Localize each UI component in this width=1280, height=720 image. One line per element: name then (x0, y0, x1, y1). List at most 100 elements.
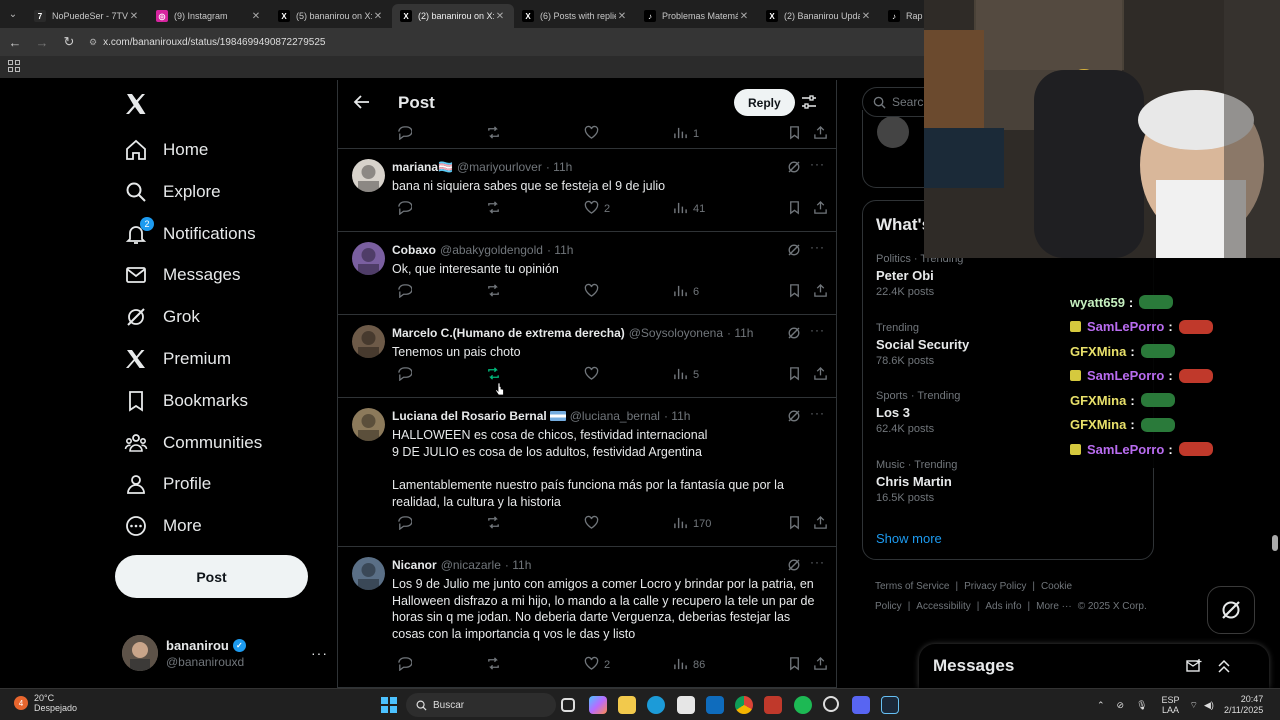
clock[interactable]: 20:47 2/11/2025 (1224, 694, 1263, 716)
windows-start-icon[interactable] (381, 697, 397, 713)
store-icon[interactable] (677, 696, 695, 714)
back-icon[interactable]: ← (3, 30, 27, 54)
repost-action[interactable] (481, 125, 501, 143)
reply-post[interactable]: Marcelo C.(Humano de extrema derecha) @So… (338, 315, 836, 398)
tab-close-icon[interactable]: ✕ (250, 11, 262, 22)
url-field[interactable]: ⚙ x.com/bananirouxd/status/1984699490872… (89, 37, 325, 48)
reply-action[interactable] (392, 515, 413, 533)
scrollbar-thumb[interactable] (1272, 535, 1278, 551)
like-action[interactable]: 2 (579, 656, 610, 674)
repost-action[interactable] (481, 200, 501, 218)
footer-link[interactable]: Accessibility (916, 601, 970, 612)
bookmark-action[interactable] (782, 200, 802, 218)
back-arrow-icon[interactable] (352, 92, 372, 112)
like-action[interactable] (579, 515, 599, 533)
post-more-icon[interactable]: ··· (810, 323, 825, 337)
grok-explain-icon[interactable] (787, 409, 801, 423)
reply-post[interactable]: mariana🏳️‍⚧️ @mariyourlover · 11h ··· bana n… (338, 149, 836, 232)
outlook-icon[interactable] (706, 696, 724, 714)
reply-action[interactable] (392, 200, 413, 218)
tab-search-chevron-icon[interactable]: ⌄ (0, 0, 26, 28)
copilot-icon[interactable] (589, 696, 607, 714)
account-switcher[interactable]: bananirou ✓ @bananirouxd ··· (122, 631, 334, 675)
browser-tab[interactable]: X (2) Bananirou Updat ✕ (758, 4, 880, 28)
browser-tab[interactable]: 7 NoPuedeSer - 7TV ✕ (26, 4, 148, 28)
post-time[interactable]: · 11h (505, 558, 531, 572)
author-handle[interactable]: @abakygoldengold (440, 243, 543, 257)
share-action[interactable] (808, 515, 828, 533)
bookmark-action[interactable] (782, 125, 802, 143)
browser-tab[interactable]: X (5) bananirou on X: "e✕ (270, 4, 392, 28)
share-action[interactable] (808, 656, 828, 674)
nav-item-more[interactable]: More (124, 505, 202, 547)
footer-link[interactable]: Privacy Policy (964, 581, 1026, 592)
avatar[interactable] (352, 159, 385, 192)
repost-action[interactable] (481, 656, 501, 674)
grok-explain-icon[interactable] (787, 243, 801, 257)
post-time[interactable]: · 11h (547, 243, 573, 257)
browser-tab[interactable]: ◎ (9) Instagram ✕ (148, 4, 270, 28)
tab-close-icon[interactable]: ✕ (738, 11, 750, 22)
nav-item-profile[interactable]: Profile (124, 463, 211, 505)
nav-item-notifications[interactable]: 2 Notifications (124, 213, 256, 255)
grok-fab-button[interactable] (1207, 586, 1255, 634)
post-more-icon[interactable]: ··· (810, 555, 825, 569)
like-action[interactable] (579, 366, 599, 384)
author-handle[interactable]: @nicazarle (441, 558, 501, 572)
bookmark-action[interactable] (782, 656, 802, 674)
reply-action[interactable] (392, 283, 413, 301)
file-explorer-icon[interactable] (618, 696, 636, 714)
author-name[interactable]: Luciana del Rosario Bernal (392, 409, 547, 423)
post-time[interactable]: · 11h (546, 160, 572, 174)
views-action[interactable]: 1 (668, 125, 699, 143)
microphone-icon[interactable]: 🎙 (1136, 700, 1147, 711)
account-more-icon[interactable]: ··· (311, 645, 328, 661)
bookmark-action[interactable] (782, 283, 802, 301)
reply-post[interactable]: Cobaxo @abakygoldengold · 11h ··· Ok, que in… (338, 232, 836, 315)
discord-icon[interactable] (852, 696, 870, 714)
x-logo-icon[interactable] (124, 92, 148, 116)
views-action[interactable]: 86 (668, 656, 705, 674)
footer-link[interactable]: © 2025 X Corp. (1078, 601, 1147, 612)
tab-close-icon[interactable]: ✕ (616, 11, 628, 22)
new-message-icon[interactable] (1186, 658, 1202, 674)
views-action[interactable]: 41 (668, 200, 705, 218)
expand-up-icon[interactable] (1216, 658, 1232, 674)
weather-widget[interactable]: 4 20°C Despejado (14, 693, 77, 713)
views-action[interactable]: 170 (668, 515, 711, 533)
avatar[interactable] (352, 325, 385, 358)
tab-close-icon[interactable]: ✕ (494, 11, 506, 22)
avatar[interactable] (352, 242, 385, 275)
sliders-icon[interactable] (801, 94, 817, 110)
reply-action[interactable] (392, 656, 413, 674)
share-action[interactable] (808, 283, 828, 301)
bookmark-action[interactable] (782, 515, 802, 533)
share-action[interactable] (808, 125, 828, 143)
post-more-icon[interactable]: ··· (810, 157, 825, 171)
tab-close-icon[interactable]: ✕ (860, 11, 872, 22)
grok-explain-icon[interactable] (787, 558, 801, 572)
avatar[interactable] (352, 408, 385, 441)
reply-action[interactable] (392, 366, 413, 384)
tab-close-icon[interactable]: ✕ (372, 11, 384, 22)
grok-explain-icon[interactable] (787, 326, 801, 340)
nav-item-grok[interactable]: Grok (124, 296, 200, 338)
nav-item-messages[interactable]: Messages (124, 254, 240, 296)
post-time[interactable]: · 11h (664, 409, 690, 423)
repost-action[interactable] (481, 283, 501, 301)
views-action[interactable]: 6 (668, 283, 699, 301)
apps-grid-icon[interactable] (8, 60, 20, 72)
footer-link[interactable]: Ads info (985, 601, 1021, 612)
author-name[interactable]: Marcelo C.(Humano de extrema derecha) (392, 326, 625, 340)
repost-action[interactable] (481, 515, 501, 533)
like-action[interactable] (579, 125, 599, 143)
author-handle[interactable]: @luciana_bernal (570, 409, 660, 423)
author-handle[interactable]: @mariyourlover (457, 160, 542, 174)
browser-tab[interactable]: X (6) Posts with replies ✕ (514, 4, 636, 28)
post-more-icon[interactable]: ··· (810, 406, 825, 420)
author-name[interactable]: mariana🏳️‍⚧️ (392, 160, 453, 174)
post-button[interactable]: Post (115, 555, 308, 598)
author-name[interactable]: Nicanor (392, 558, 437, 572)
language-indicator[interactable]: ESP LAA (1162, 695, 1180, 715)
reply-action[interactable] (392, 125, 413, 143)
